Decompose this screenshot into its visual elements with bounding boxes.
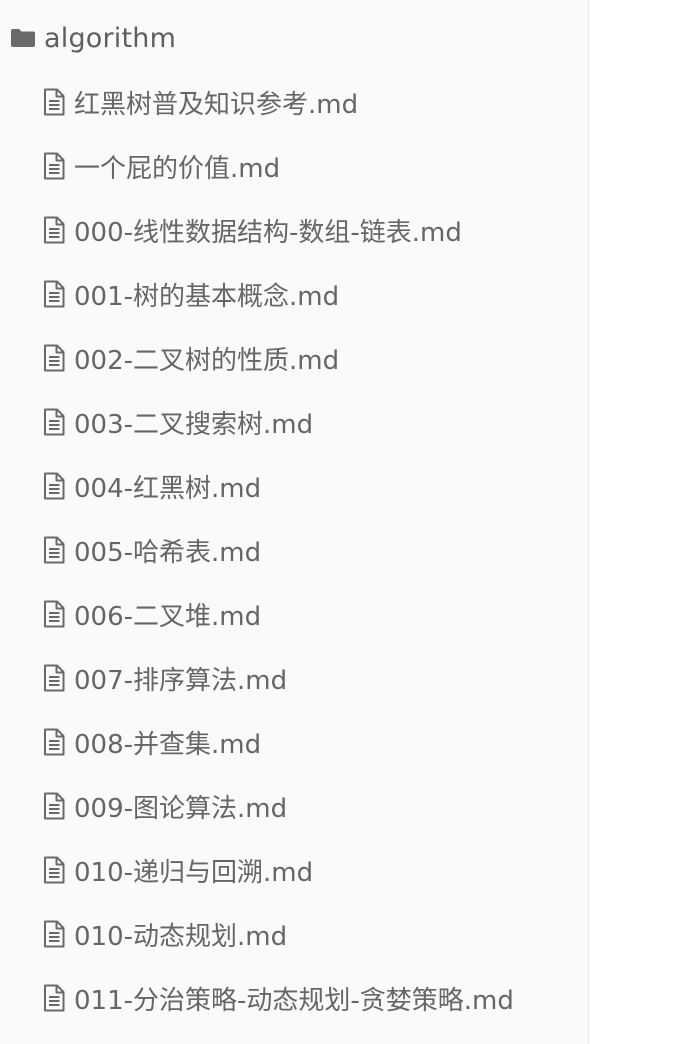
file-document-icon — [44, 792, 65, 820]
file-document-icon — [44, 88, 65, 116]
file-document-icon — [44, 600, 65, 628]
file-document-icon — [44, 984, 65, 1012]
file-item[interactable]: 007-排序算法.md — [0, 646, 589, 710]
file-label: 002-二叉树的性质.md — [74, 345, 340, 376]
file-label: 010-递归与回溯.md — [74, 857, 314, 888]
file-label: 009-图论算法.md — [74, 793, 288, 824]
folder-label: algorithm — [44, 22, 177, 54]
file-label: 005-哈希表.md — [74, 537, 262, 568]
folder-algorithm[interactable]: algorithm — [10, 18, 176, 58]
file-item[interactable]: 003-二叉搜索树.md — [0, 390, 589, 454]
file-item[interactable]: 008-并查集.md — [0, 710, 589, 774]
file-item[interactable]: 000-线性数据结构-数组-链表.md — [0, 198, 589, 262]
file-label: 003-二叉搜索树.md — [74, 409, 314, 440]
file-document-icon — [44, 408, 65, 436]
file-item[interactable]: 004-红黑树.md — [0, 454, 589, 518]
file-list: 红黑树普及知识参考.md 一个屁的价值.md 000-线性数据结构-数组-链表.md… — [0, 70, 589, 1030]
file-item[interactable]: 005-哈希表.md — [0, 518, 589, 582]
file-item[interactable]: 红黑树普及知识参考.md — [0, 70, 589, 134]
file-document-icon — [44, 216, 65, 244]
file-label: 010-动态规划.md — [74, 921, 288, 952]
file-document-icon — [44, 536, 65, 564]
editor-area — [590, 0, 674, 1044]
file-item[interactable]: 010-动态规划.md — [0, 902, 589, 966]
file-label: 红黑树普及知识参考.md — [74, 89, 359, 120]
file-label: 004-红黑树.md — [74, 473, 262, 504]
file-item[interactable]: 009-图论算法.md — [0, 774, 589, 838]
file-label: 011-分治策略-动态规划-贪婪策略.md — [74, 985, 514, 1016]
file-item[interactable]: 010-递归与回溯.md — [0, 838, 589, 902]
file-item[interactable]: 006-二叉堆.md — [0, 582, 589, 646]
file-tree-sidebar: algorithm 红黑树普及知识参考.md 一个屁的价值.md 000-线性数据结… — [0, 0, 589, 1044]
file-document-icon — [44, 472, 65, 500]
file-item[interactable]: 一个屁的价值.md — [0, 134, 589, 198]
file-label: 007-排序算法.md — [74, 665, 288, 696]
file-item[interactable]: 002-二叉树的性质.md — [0, 326, 589, 390]
file-document-icon — [44, 856, 65, 884]
file-document-icon — [44, 920, 65, 948]
folder-icon — [11, 29, 35, 47]
file-label: 一个屁的价值.md — [74, 153, 281, 184]
file-item[interactable]: 001-树的基本概念.md — [0, 262, 589, 326]
file-document-icon — [44, 344, 65, 372]
file-label: 008-并查集.md — [74, 729, 262, 760]
file-document-icon — [44, 664, 65, 692]
file-label: 006-二叉堆.md — [74, 601, 262, 632]
file-label: 001-树的基本概念.md — [74, 281, 340, 312]
file-document-icon — [44, 728, 65, 756]
file-label: 000-线性数据结构-数组-链表.md — [74, 217, 462, 248]
file-document-icon — [44, 280, 65, 308]
file-document-icon — [44, 152, 65, 180]
file-item[interactable]: 011-分治策略-动态规划-贪婪策略.md — [0, 966, 589, 1030]
